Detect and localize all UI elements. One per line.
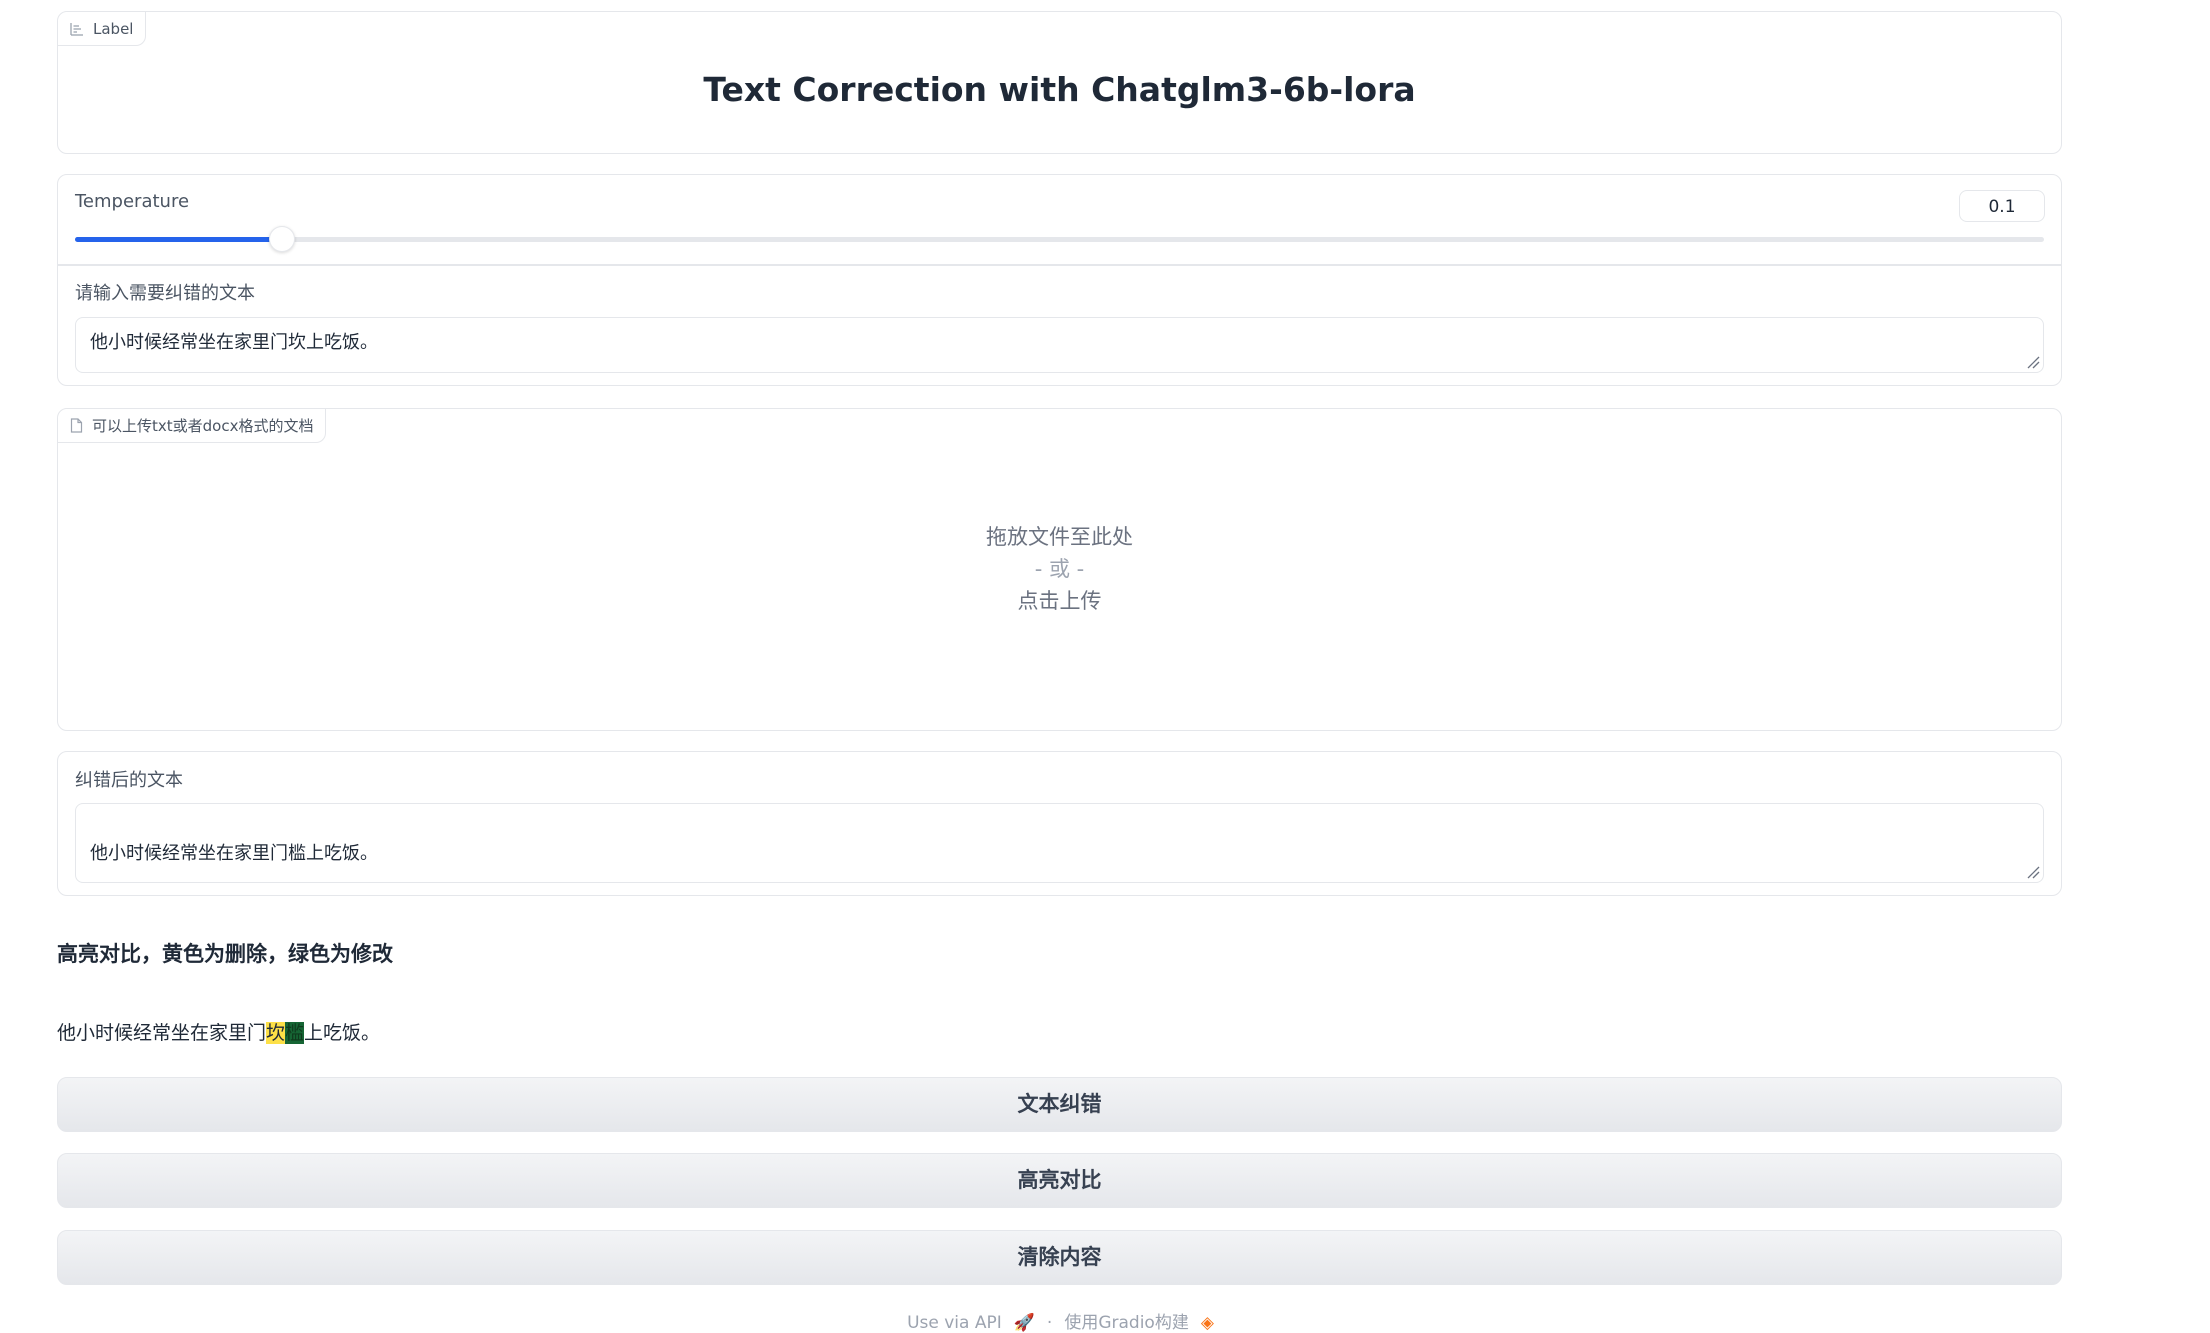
label-block: Label Text Correction with Chatglm3-6b-l… [57, 11, 2062, 154]
temperature-slider-fill [75, 237, 282, 242]
temperature-slider-thumb[interactable] [268, 226, 295, 252]
temperature-number-input[interactable]: 0.1 [1959, 190, 2045, 222]
diff-prefix: 他小时候经常坐在家里门 [57, 1022, 267, 1044]
upload-chip-text: 可以上传txt或者docx格式的文档 [92, 417, 314, 435]
drop-text: 拖放文件至此处 [986, 525, 1133, 549]
label-chip-text: Label [93, 19, 134, 38]
temperature-label: Temperature [75, 191, 190, 212]
chart-icon [70, 22, 84, 36]
output-block: 纠错后的文本 他小时候经常坐在家里门槛上吃饭。 [57, 751, 2062, 896]
clear-content-button[interactable]: 清除内容 [57, 1230, 2062, 1285]
diff-deleted: 坎 [266, 1022, 286, 1044]
settings-block: Temperature 0.1 请输入需要纠错的文本 他小时候经常坐在家里门坎上… [57, 174, 2062, 386]
output-text: 他小时候经常坐在家里门槛上吃饭。 [90, 843, 378, 864]
highlight-diff: 他小时候经常坐在家里门坎槛上吃饭。 [57, 1018, 380, 1045]
footer-separator: · [1046, 1313, 1053, 1333]
highlight-compare-button[interactable]: 高亮对比 [57, 1153, 2062, 1208]
rocket-icon: 🚀 [1013, 1313, 1035, 1333]
temperature-slider[interactable] [75, 226, 2044, 252]
use-api-link[interactable]: Use via API [907, 1313, 1002, 1333]
click-upload-text[interactable]: 点击上传 [58, 585, 2061, 617]
upload-block[interactable]: 可以上传txt或者docx格式的文档 拖放文件至此处 - 或 - 点击上传 [57, 408, 2062, 731]
output-textarea[interactable]: 他小时候经常坐在家里门槛上吃饭。 [75, 803, 2044, 883]
gradio-logo-icon: ◈ [1200, 1313, 1214, 1333]
resize-handle-icon[interactable] [2026, 355, 2040, 369]
input-text: 他小时候经常坐在家里门坎上吃饭。 [90, 332, 378, 353]
built-with-gradio-link[interactable]: 使用Gradio构建 [1064, 1313, 1189, 1333]
input-textarea[interactable]: 他小时候经常坐在家里门坎上吃饭。 [75, 317, 2044, 373]
correct-text-button[interactable]: 文本纠错 [57, 1077, 2062, 1132]
label-chip: Label [58, 12, 147, 46]
input-label: 请输入需要纠错的文本 [75, 283, 255, 304]
block-divider [58, 264, 2061, 266]
highlight-title: 高亮对比，黄色为删除，绿色为修改 [57, 942, 393, 966]
upload-chip: 可以上传txt或者docx格式的文档 [58, 409, 327, 443]
footer: Use via API 🚀 · 使用Gradio构建 ◈ [57, 1308, 2064, 1333]
file-drop-zone[interactable]: 拖放文件至此处 - 或 - 点击上传 [58, 521, 2061, 617]
diff-modified: 槛 [285, 1022, 305, 1044]
output-label: 纠错后的文本 [75, 770, 183, 791]
resize-handle-icon[interactable] [2026, 865, 2040, 879]
drop-or-text: - 或 - [1034, 557, 1085, 581]
diff-suffix: 上吃饭。 [304, 1022, 381, 1044]
page-title: Text Correction with Chatglm3-6b-lora [703, 70, 1416, 109]
file-icon [70, 418, 83, 433]
